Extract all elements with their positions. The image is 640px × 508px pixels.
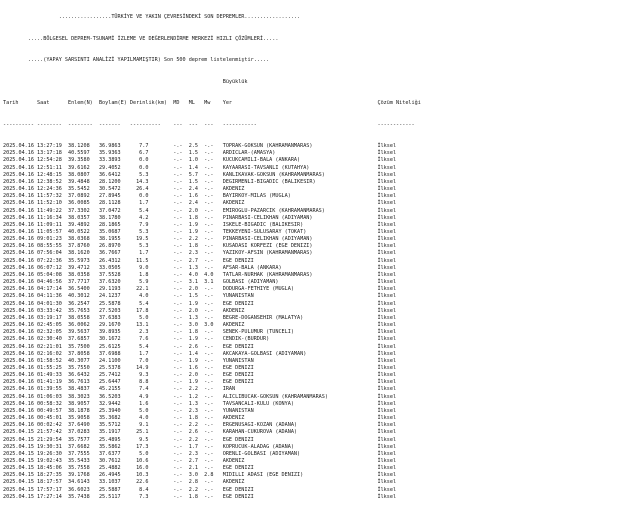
table-row: 2025.04.16 11:49:22 37.3302 37.0472 5.4 … — [3, 207, 397, 214]
table-row: 2025.04.16 00:49:57 38.1878 25.3940 5.0 … — [3, 407, 397, 414]
table-row: 2025.04.16 01:39:55 38.4837 45.2155 7.4 … — [3, 386, 397, 393]
header-magnitude-label: Büyüklük — [3, 78, 248, 85]
table-row: 2025.04.15 18:17:57 34.6143 33.1037 22.6… — [3, 479, 397, 486]
table-row: 2025.04.16 07:56:04 38.1620 36.7667 1.7 … — [3, 250, 397, 257]
column-rule: ---------- -------- -------- ------- ---… — [3, 121, 415, 128]
table-row: 2025.04.16 11:16:34 38.0357 38.1780 4.2 … — [3, 214, 397, 221]
table-row: 2025.04.16 12:38:52 39.4848 28.1200 14.3… — [3, 178, 397, 185]
table-row: 2025.04.16 06:07:12 39.4712 33.0505 9.0 … — [3, 264, 397, 271]
table-row: 2025.04.16 03:33:42 35.7653 27.5203 17.8… — [3, 307, 397, 314]
table-row: 2025.04.16 02:30:40 37.6857 30.1672 7.6 … — [3, 336, 397, 343]
earthquake-rows: 2025.04.16 13:27:19 38.1208 36.9863 7.7 … — [3, 143, 640, 501]
table-row: 2025.04.16 12:54:28 39.3580 33.3893 0.0 … — [3, 157, 397, 164]
table-row: 2025.04.16 04:11:36 40.3012 24.1237 4.0 … — [3, 293, 397, 300]
table-row: 2025.04.16 07:22:36 35.5973 26.4312 11.5… — [3, 257, 397, 264]
header-title-line: .................TÜRKİYE VE YAKIN ÇEVRES… — [3, 14, 301, 21]
earthquake-list-text: .................TÜRKİYE VE YAKIN ÇEVRES… — [0, 0, 640, 508]
table-row: 2025.04.16 11:52:10 36.0085 28.1128 1.7 … — [3, 200, 397, 207]
table-row: 2025.04.16 02:16:02 37.8058 37.6988 1.7 … — [3, 350, 397, 357]
table-row: 2025.04.15 19:26:30 37.7555 37.6377 5.0 … — [3, 450, 397, 457]
table-row: 2025.04.16 12:48:15 38.0807 36.6412 5.3 … — [3, 171, 397, 178]
table-row: 2025.04.16 01:58:52 40.3077 24.1100 7.0 … — [3, 357, 397, 364]
table-row: 2025.04.15 18:45:06 35.7558 25.4882 16.0… — [3, 465, 397, 472]
table-row: 2025.04.15 19:02:43 35.5433 30.7612 10.6… — [3, 458, 397, 464]
table-row: 2025.04.15 17:27:14 35.7438 25.5117 7.3 … — [3, 493, 397, 500]
column-headers: Tarih Saat Enlem(N) Boylam(E) Derinlik(k… — [3, 100, 421, 107]
table-row: 2025.04.16 04:01:30 36.2547 25.5878 5.4 … — [3, 300, 397, 307]
table-row: 2025.04.15 17:57:17 36.6023 25.5887 8.4 … — [3, 486, 397, 493]
header-institution-line: .....BÖLGESEL DEPREM-TSUNAMİ İZLEME VE D… — [3, 35, 279, 42]
table-row: 2025.04.16 11:09:11 39.4892 28.1865 7.9 … — [3, 221, 397, 228]
table-row: 2025.04.16 12:51:11 39.6162 29.4052 0.0 … — [3, 164, 397, 171]
table-row: 2025.04.15 18:27:35 39.1768 26.4945 10.3… — [3, 472, 397, 479]
table-row: 2025.04.16 00:58:32 38.9057 32.9442 1.6 … — [3, 400, 397, 407]
header-note-line: .....(YAPAY SARSINTI ANALİZİ YAPILMAMIŞT… — [3, 57, 270, 64]
table-row: 2025.04.15 21:57:42 37.0283 35.1917 25.1… — [3, 429, 397, 436]
table-row: 2025.04.16 01:06:03 38.3023 36.5203 4.9 … — [3, 393, 397, 400]
table-row: 2025.04.15 19:30:31 37.6682 35.5862 17.3… — [3, 443, 397, 450]
table-row: 2025.04.16 03:19:17 38.0558 37.6383 5.0 … — [3, 314, 397, 321]
table-row: 2025.04.16 02:21:01 35.7500 25.6125 5.4 … — [3, 343, 397, 350]
